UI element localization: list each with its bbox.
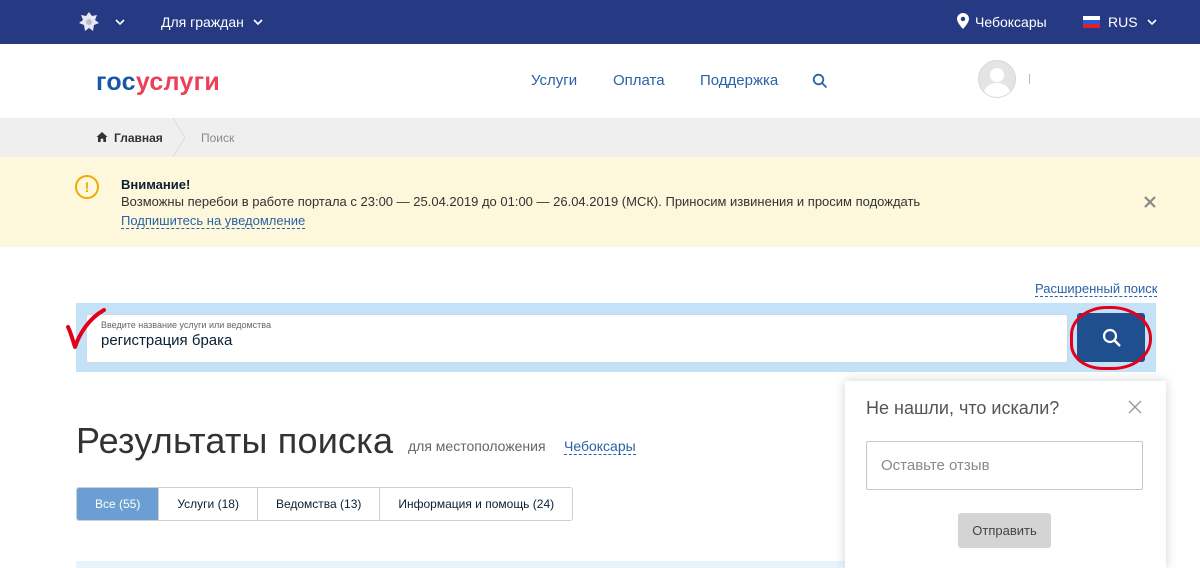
- breadcrumb-separator: [172, 118, 186, 157]
- search-icon: [1102, 328, 1121, 347]
- warning-icon: !: [75, 175, 99, 199]
- avatar[interactable]: [978, 60, 1016, 98]
- emblem-icon[interactable]: [76, 9, 102, 35]
- breadcrumb-home[interactable]: Главная: [114, 131, 163, 145]
- tab-info-help[interactable]: Информация и помощь (24): [380, 488, 573, 520]
- search-icon[interactable]: [812, 73, 828, 89]
- advanced-search-link[interactable]: Расширенный поиск: [1035, 281, 1158, 297]
- chevron-down-icon[interactable]: [114, 16, 126, 28]
- gosuslugi-logo[interactable]: госуслуги: [96, 68, 220, 97]
- breadcrumb: Главная Поиск: [0, 118, 1200, 157]
- close-icon[interactable]: [1128, 400, 1142, 414]
- nav-payment[interactable]: Оплата: [613, 72, 665, 89]
- close-icon[interactable]: [1143, 195, 1157, 209]
- chevron-down-icon[interactable]: [1146, 16, 1158, 28]
- search-input[interactable]: Введите название услуги или ведомства ре…: [86, 314, 1068, 363]
- location-pin-icon: [957, 13, 969, 29]
- location-selector[interactable]: Чебоксары: [975, 14, 1047, 30]
- feedback-submit-button[interactable]: Отправить: [958, 513, 1051, 548]
- alert-text: Возможны перебои в работе портала с 23:0…: [121, 194, 921, 209]
- search-panel: Введите название услуги или ведомства ре…: [76, 303, 1156, 372]
- alert-title: Внимание!: [121, 177, 191, 192]
- results-location-prefix: для местоположения: [408, 438, 546, 454]
- subscribe-link[interactable]: Подпишитесь на уведомление: [121, 213, 306, 229]
- feedback-popup: Не нашли, что искали? Отправить: [845, 381, 1166, 568]
- results-title: Результаты поиска: [76, 420, 394, 461]
- nav-support[interactable]: Поддержка: [700, 72, 778, 89]
- results-list-start: [76, 561, 856, 568]
- tab-departments[interactable]: Ведомства (13): [257, 488, 381, 520]
- tab-all[interactable]: Все (55): [77, 488, 160, 520]
- site-header: госуслуги Услуги Оплата Поддержка: [0, 44, 1200, 118]
- search-input-value[interactable]: регистрация брака: [101, 332, 232, 349]
- feedback-title: Не нашли, что искали?: [866, 398, 1060, 418]
- home-icon[interactable]: [96, 131, 108, 143]
- nav-services[interactable]: Услуги: [531, 72, 577, 89]
- results-location-link[interactable]: Чебоксары: [564, 438, 636, 455]
- user-name[interactable]: [1029, 74, 1030, 84]
- breadcrumb-current: Поиск: [201, 131, 235, 145]
- search-input-label: Введите название услуги или ведомства: [101, 320, 271, 330]
- top-bar: Для граждан Чебоксары RUS: [0, 0, 1200, 44]
- feedback-input[interactable]: [866, 441, 1143, 490]
- maintenance-alert: ! Внимание! Возможны перебои в работе по…: [0, 157, 1200, 247]
- flag-icon: [1083, 16, 1100, 28]
- search-button[interactable]: [1077, 313, 1145, 362]
- tab-services[interactable]: Услуги (18): [159, 488, 258, 520]
- chevron-down-icon[interactable]: [252, 16, 264, 28]
- language-selector[interactable]: RUS: [1108, 14, 1138, 30]
- audience-selector[interactable]: Для граждан: [161, 14, 244, 30]
- results-tabs: Все (55) Услуги (18) Ведомства (13) Инфо…: [76, 487, 574, 521]
